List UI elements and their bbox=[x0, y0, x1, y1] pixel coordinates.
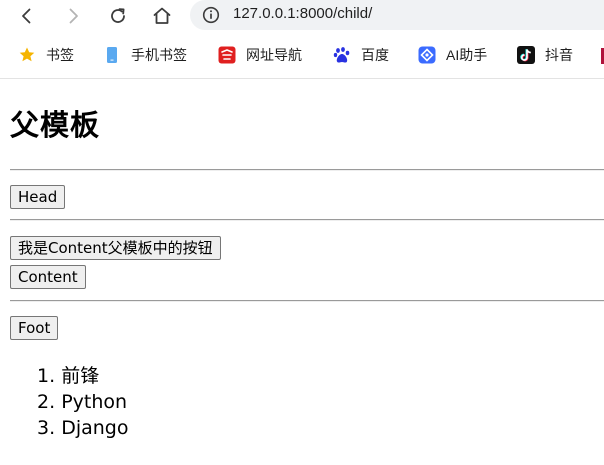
bookmark-shu-qian[interactable]: 书签 bbox=[18, 44, 74, 66]
divider bbox=[10, 300, 604, 302]
bookmark-baidu[interactable]: 百度 bbox=[333, 44, 389, 66]
parent-content-button[interactable]: 我是Content父模板中的按钮 bbox=[10, 236, 221, 260]
reload-icon bbox=[111, 8, 125, 23]
foot-button[interactable]: Foot bbox=[10, 316, 59, 340]
bookmark-label: 手机书签 bbox=[131, 47, 187, 63]
home-button[interactable] bbox=[149, 3, 175, 29]
bookmark-label: AI助手 bbox=[446, 47, 488, 63]
bookmark-web-navigation[interactable]: 网址导航 bbox=[218, 44, 302, 66]
douyin-icon bbox=[517, 46, 535, 64]
page-content: 父模板 Head 我是Content父模板中的按钮 Content Foot 1… bbox=[0, 79, 604, 465]
phone-icon bbox=[103, 46, 121, 64]
list-marker: 3. bbox=[37, 417, 56, 439]
divider bbox=[10, 169, 604, 171]
site-info-icon[interactable] bbox=[202, 6, 220, 24]
home-icon bbox=[153, 7, 171, 24]
arrow-left-icon bbox=[22, 8, 31, 24]
bookmarks-bar: 书签 手机书签 网址导航 百度 AI助手 抖音 bbox=[0, 38, 604, 76]
divider bbox=[10, 219, 604, 221]
list-marker: 1. bbox=[37, 365, 56, 387]
arrow-right-icon bbox=[69, 8, 78, 24]
list-item: 3. Django bbox=[37, 415, 128, 441]
address-bar[interactable]: 127.0.0.1:8000/child/ bbox=[190, 0, 604, 30]
bookmark-mobile-bookmarks[interactable]: 手机书签 bbox=[103, 44, 187, 66]
forward-button[interactable] bbox=[60, 3, 86, 29]
list-item-text: 前锋 bbox=[61, 365, 100, 387]
list-item: 2. Python bbox=[37, 389, 128, 415]
ai-assistant-icon bbox=[418, 46, 436, 64]
url-text[interactable]: 127.0.0.1:8000/child/ bbox=[233, 5, 372, 22]
content-button[interactable]: Content bbox=[10, 265, 86, 289]
list-item-text: Python bbox=[61, 391, 128, 413]
ordered-list: 1. 前锋 2. Python 3. Django bbox=[37, 363, 128, 441]
bookmark-label: 百度 bbox=[361, 47, 389, 63]
baidu-paw-icon bbox=[333, 46, 351, 64]
browser-toolbar: 127.0.0.1:8000/child/ bbox=[0, 0, 604, 32]
bookmark-label: 网址导航 bbox=[246, 47, 302, 63]
reload-button[interactable] bbox=[105, 3, 131, 29]
bookmark-douyin[interactable]: 抖音 bbox=[517, 44, 573, 66]
navigation-icon bbox=[218, 46, 236, 64]
bookmark-ai-assistant[interactable]: AI助手 bbox=[418, 44, 487, 66]
head-button[interactable]: Head bbox=[10, 185, 66, 209]
list-item: 1. 前锋 bbox=[37, 363, 128, 389]
bookmark-label: 书签 bbox=[46, 47, 74, 63]
list-marker: 2. bbox=[37, 391, 56, 413]
star-icon bbox=[18, 46, 36, 64]
list-item-text: Django bbox=[61, 417, 129, 439]
page-title: 父模板 bbox=[10, 108, 101, 142]
back-button[interactable] bbox=[14, 3, 40, 29]
bookmark-label: 抖音 bbox=[545, 47, 573, 63]
